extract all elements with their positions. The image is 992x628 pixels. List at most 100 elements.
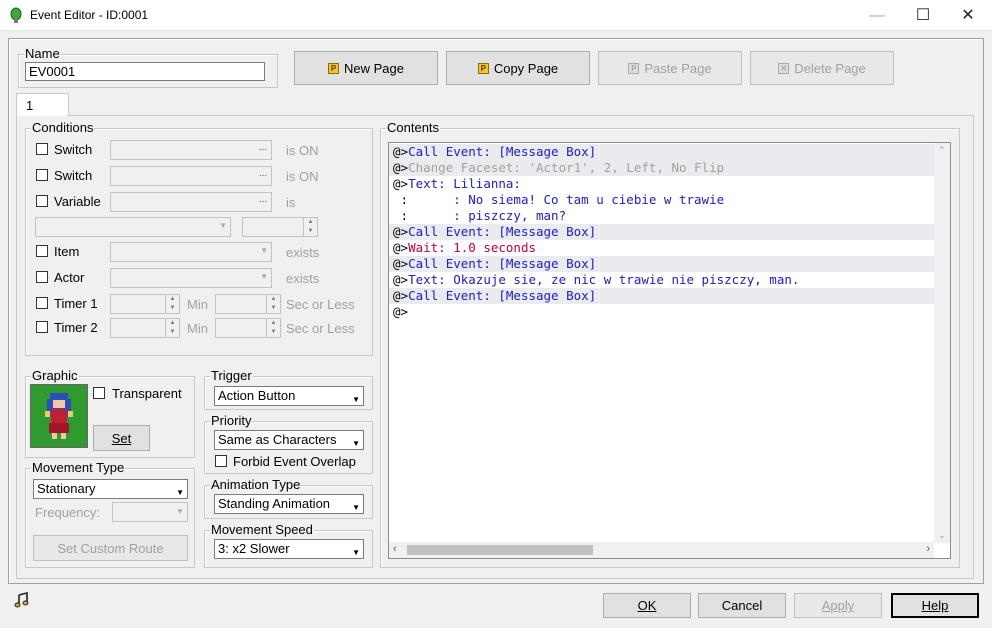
- conditions-label: Conditions: [31, 120, 95, 135]
- command-line[interactable]: : : No siema! Co tam u ciebie w trawie: [389, 192, 934, 208]
- set-graphic-button[interactable]: Set: [93, 425, 150, 451]
- timer1-min-stepper[interactable]: ▲ ▼: [110, 294, 180, 314]
- variable-operator-dropdown[interactable]: ▼: [35, 217, 231, 237]
- command-prefix: @>: [393, 160, 409, 175]
- command-text: Change Faceset: 'Actor1', 2, Left, No Fl…: [408, 160, 725, 175]
- copy-page-button[interactable]: P Copy Page: [446, 51, 590, 85]
- movement-type-dropdown[interactable]: Stationary ▼: [33, 479, 188, 499]
- frequency-dropdown[interactable]: ▼: [112, 502, 188, 522]
- frequency-label: Frequency:: [35, 505, 101, 520]
- delete-page-label: Delete Page: [794, 60, 866, 76]
- switch2-select[interactable]: ...: [110, 166, 272, 186]
- command-line[interactable]: : : piszczy, man?: [389, 208, 934, 224]
- maximize-button[interactable]: ☐: [900, 0, 946, 31]
- forbid-overlap-checkbox[interactable]: [215, 455, 227, 467]
- priority-dropdown[interactable]: Same as Characters ▼: [214, 430, 364, 450]
- title-bar: Event Editor - ID:0001 — ☐ ✕: [0, 0, 992, 31]
- transparent-checkbox[interactable]: [93, 387, 105, 399]
- forbid-overlap-label: Forbid Event Overlap: [233, 454, 356, 469]
- music-note-icon[interactable]: [14, 592, 30, 608]
- chevron-down-icon: ▼: [176, 488, 184, 497]
- minimize-button[interactable]: —: [854, 0, 900, 31]
- cancel-button[interactable]: Cancel: [698, 593, 786, 618]
- timer1-label: Timer 1: [54, 296, 98, 311]
- vertical-scrollbar[interactable]: ⌃ ⌄: [934, 143, 950, 543]
- command-line[interactable]: @>Text: Okazuje sie, ze nic w trawie nie…: [389, 272, 934, 288]
- speed-value: 3: x2 Slower: [218, 541, 290, 556]
- command-line[interactable]: @>Change Faceset: 'Actor1', 2, Left, No …: [389, 160, 934, 176]
- switch2-browse-button[interactable]: ...: [256, 168, 270, 184]
- command-text: Wait: 1.0 seconds: [408, 240, 536, 255]
- variable-value-stepper[interactable]: ▲ ▼: [242, 217, 318, 237]
- command-prefix: @>: [393, 304, 409, 319]
- paste-page-icon: P: [628, 62, 640, 74]
- timer2-checkbox[interactable]: [36, 321, 48, 333]
- character-graphic[interactable]: [30, 384, 88, 448]
- item-checkbox[interactable]: [36, 245, 48, 257]
- command-line[interactable]: @>Wait: 1.0 seconds: [389, 240, 934, 256]
- timer2-sec-stepper[interactable]: ▲ ▼: [215, 318, 281, 338]
- scroll-up-icon[interactable]: ⌃: [938, 145, 946, 156]
- help-button[interactable]: Help: [891, 593, 979, 618]
- copy-page-label: Copy Page: [493, 60, 559, 76]
- timer1-checkbox[interactable]: [36, 297, 48, 309]
- delete-page-button[interactable]: ✕ Delete Page: [750, 51, 894, 85]
- switch1-select[interactable]: ...: [110, 140, 272, 160]
- trigger-dropdown[interactable]: Action Button ▼: [214, 386, 364, 406]
- close-button[interactable]: ✕: [945, 0, 991, 31]
- app-icon: [10, 7, 22, 23]
- spin-arrows-icon: ▲ ▼: [165, 295, 179, 313]
- page-tab-1[interactable]: 1: [16, 93, 69, 116]
- ok-button[interactable]: OK: [603, 593, 691, 618]
- timer1-sec-stepper[interactable]: ▲ ▼: [215, 294, 281, 314]
- variable-checkbox[interactable]: [36, 195, 48, 207]
- variable-browse-button[interactable]: ...: [256, 194, 270, 210]
- horizontal-scrollbar[interactable]: ‹ ›: [389, 542, 934, 558]
- switch1-browse-button[interactable]: ...: [256, 142, 270, 158]
- paste-page-label: Paste Page: [644, 60, 712, 76]
- contents-label: Contents: [386, 120, 441, 135]
- event-command-list[interactable]: @>Call Event: [Message Box] @>Change Face…: [388, 142, 951, 559]
- command-prefix: @>: [393, 176, 409, 191]
- window-title: Event Editor - ID:0001: [30, 8, 149, 22]
- chevron-down-icon: ▼: [352, 439, 360, 448]
- name-input[interactable]: EV0001: [25, 62, 265, 81]
- command-line[interactable]: @>Call Event: [Message Box]: [389, 224, 934, 240]
- command-line[interactable]: @>Call Event: [Message Box]: [389, 144, 934, 160]
- scroll-left-icon[interactable]: ‹: [393, 543, 397, 555]
- item-exists-label: exists: [286, 245, 320, 260]
- set-custom-route-button[interactable]: Set Custom Route: [33, 535, 188, 561]
- speed-dropdown[interactable]: 3: x2 Slower ▼: [214, 539, 364, 559]
- actor-dropdown[interactable]: ▼: [110, 268, 272, 288]
- paste-page-button[interactable]: P Paste Page: [598, 51, 742, 85]
- switch1-checkbox[interactable]: [36, 143, 48, 155]
- command-line[interactable]: @>Call Event: [Message Box]: [389, 288, 934, 304]
- apply-button[interactable]: Apply: [794, 593, 882, 618]
- command-text: Text: Okazuje sie, ze nic w trawie nie p…: [408, 272, 800, 287]
- item-dropdown[interactable]: ▼: [110, 242, 272, 262]
- variable-label: Variable: [54, 194, 101, 209]
- command-line[interactable]: @>: [389, 304, 934, 320]
- transparent-label: Transparent: [112, 386, 182, 401]
- scroll-right-icon[interactable]: ›: [926, 543, 930, 555]
- horizontal-scroll-thumb[interactable]: [407, 545, 593, 555]
- copy-page-icon: P: [477, 62, 489, 74]
- scroll-down-icon[interactable]: ⌄: [938, 530, 946, 541]
- command-prefix: @>: [393, 224, 409, 239]
- timer2-label: Timer 2: [54, 320, 98, 335]
- timer2-min-stepper[interactable]: ▲ ▼: [110, 318, 180, 338]
- command-text: Call Event: [Message Box]: [408, 256, 597, 271]
- command-text: Call Event: [Message Box]: [408, 224, 597, 239]
- priority-label: Priority: [210, 413, 253, 428]
- command-line[interactable]: @>Text: Lilianna:: [389, 176, 934, 192]
- command-line[interactable]: @>Call Event: [Message Box]: [389, 256, 934, 272]
- new-page-button[interactable]: P New Page: [294, 51, 438, 85]
- actor-checkbox[interactable]: [36, 271, 48, 283]
- movement-speed-label: Movement Speed: [210, 522, 314, 537]
- character-sprite: [45, 393, 73, 439]
- variable-select[interactable]: ...: [110, 192, 272, 212]
- spin-arrows-icon: ▲ ▼: [165, 319, 179, 337]
- command-prefix: @>: [393, 288, 409, 303]
- animation-dropdown[interactable]: Standing Animation ▼: [214, 494, 364, 514]
- switch2-checkbox[interactable]: [36, 169, 48, 181]
